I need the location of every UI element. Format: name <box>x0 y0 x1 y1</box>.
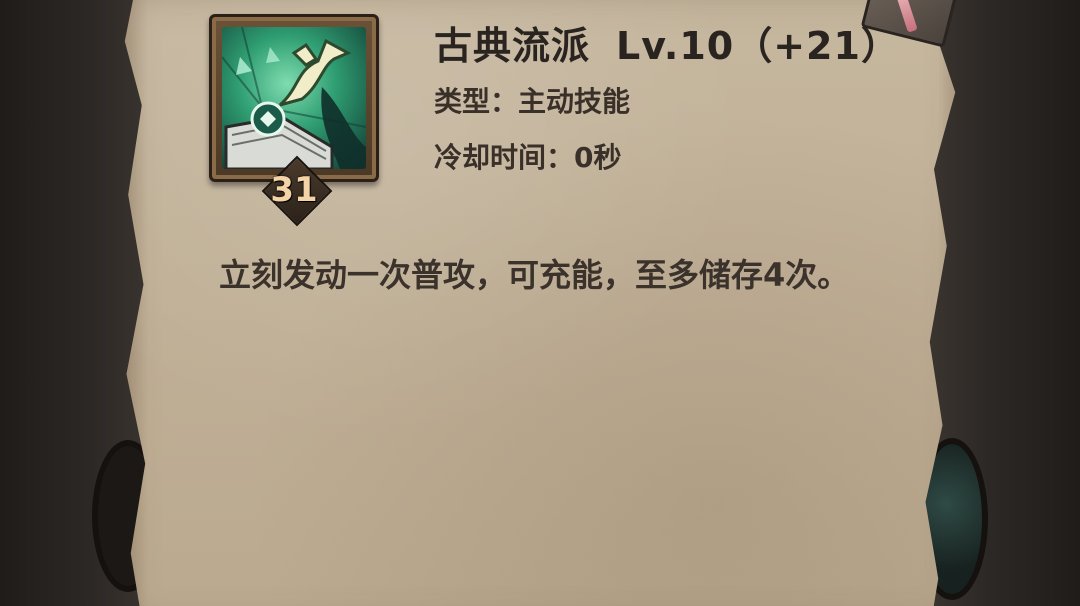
skill-type-label: 类型： <box>434 85 519 118</box>
skill-cooldown-value: 0秒 <box>574 141 622 174</box>
badge-count-text: 31 <box>270 170 318 210</box>
skill-description: 立刻发动一次普攻，可充能，至多储存4次。 <box>219 256 850 294</box>
skill-cooldown-line: 冷却时间：0秒 <box>434 136 622 176</box>
skill-detail-screen: 31 古典流派 Lv.10（+21） 类型：主动技能 冷却时间：0秒 立刻发动一次… <box>0 0 1080 606</box>
skill-name: 古典流派 <box>434 24 591 68</box>
skill-type-line: 类型：主动技能 <box>434 80 630 120</box>
skill-type-value: 主动技能 <box>518 85 631 118</box>
skill-level: Lv.10（+21） <box>616 24 900 68</box>
sword-arrow-book-icon <box>222 27 366 169</box>
skill-icon <box>222 27 366 169</box>
skill-title: 古典流派 Lv.10（+21） <box>434 15 900 70</box>
skill-cooldown-label: 冷却时间： <box>434 141 575 174</box>
skill-count-badge: 31 <box>258 155 333 230</box>
